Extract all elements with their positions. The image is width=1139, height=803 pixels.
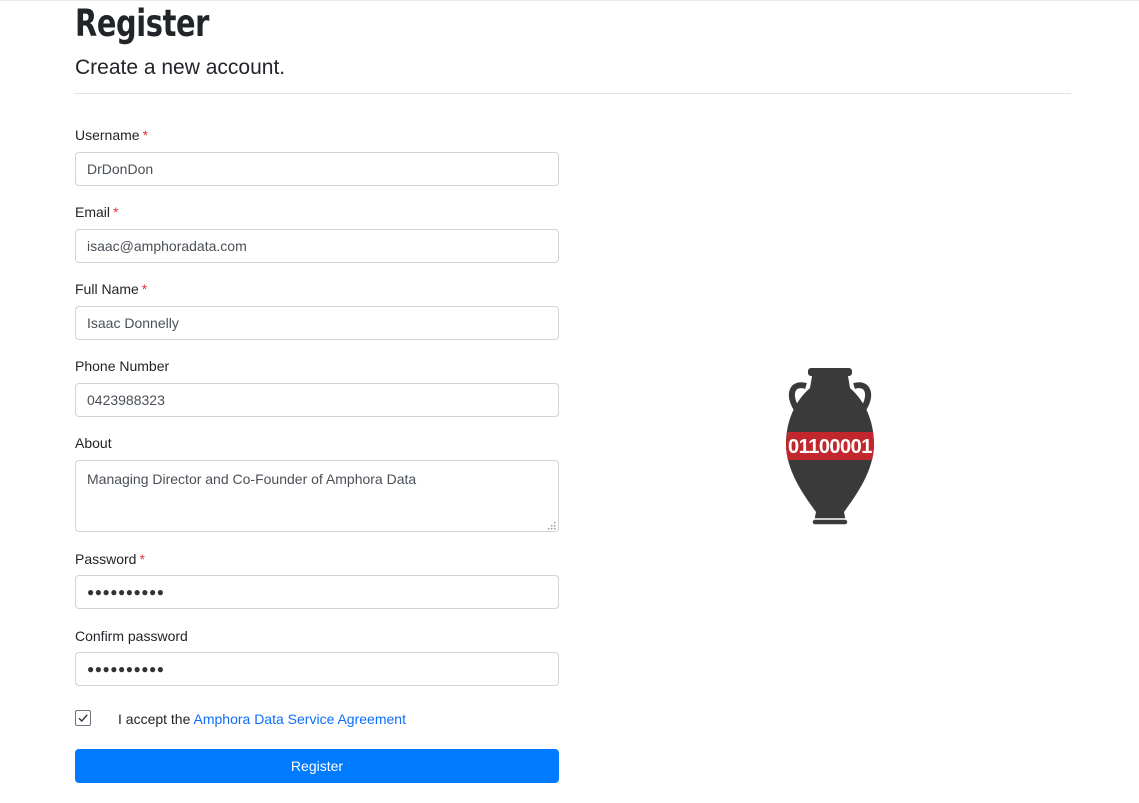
resize-grip-icon[interactable] xyxy=(546,520,556,530)
phone-label: Phone Number xyxy=(75,357,169,375)
full-name-label-text: Full Name xyxy=(75,281,139,297)
email-input[interactable] xyxy=(75,229,559,263)
about-label: About xyxy=(75,434,112,452)
page-title: Register xyxy=(75,2,210,45)
service-agreement-link[interactable]: Amphora Data Service Agreement xyxy=(194,711,406,727)
confirm-password-label-text: Confirm password xyxy=(75,628,188,644)
password-input[interactable] xyxy=(75,575,559,609)
confirm-password-label: Confirm password xyxy=(75,627,188,645)
required-marker: * xyxy=(141,281,148,297)
password-label: Password * xyxy=(75,550,145,568)
phone-input[interactable] xyxy=(75,383,559,417)
username-label-text: Username xyxy=(75,127,140,143)
phone-label-text: Phone Number xyxy=(75,358,170,374)
agreement-prefix: I accept the xyxy=(118,711,191,727)
agreement-checkbox[interactable] xyxy=(75,710,91,726)
required-marker: * xyxy=(139,551,145,567)
checkmark-icon xyxy=(78,714,88,723)
logo-binary-text: 01100001 xyxy=(788,436,872,458)
header-divider xyxy=(74,93,1071,94)
email-label-text: Email xyxy=(75,204,111,220)
amphora-logo-icon: 01100001 xyxy=(786,368,874,526)
full-name-label: Full Name * xyxy=(75,280,147,298)
password-label-text: Password xyxy=(75,551,137,567)
username-label: Username * xyxy=(75,126,148,144)
about-label-text: About xyxy=(75,435,112,451)
email-label: Email * xyxy=(75,203,118,221)
top-border xyxy=(0,0,1139,1)
agreement-label: I accept the Amphora Data Service Agreem… xyxy=(118,710,406,728)
required-marker: * xyxy=(113,204,119,220)
required-marker: * xyxy=(142,127,149,143)
username-input[interactable] xyxy=(75,152,559,186)
full-name-input[interactable] xyxy=(75,306,559,340)
register-button[interactable]: Register xyxy=(75,749,559,783)
confirm-password-input[interactable] xyxy=(75,652,559,686)
about-textarea[interactable]: Managing Director and Co-Founder of Amph… xyxy=(75,460,559,532)
page-subtitle: Create a new account. xyxy=(75,56,286,79)
